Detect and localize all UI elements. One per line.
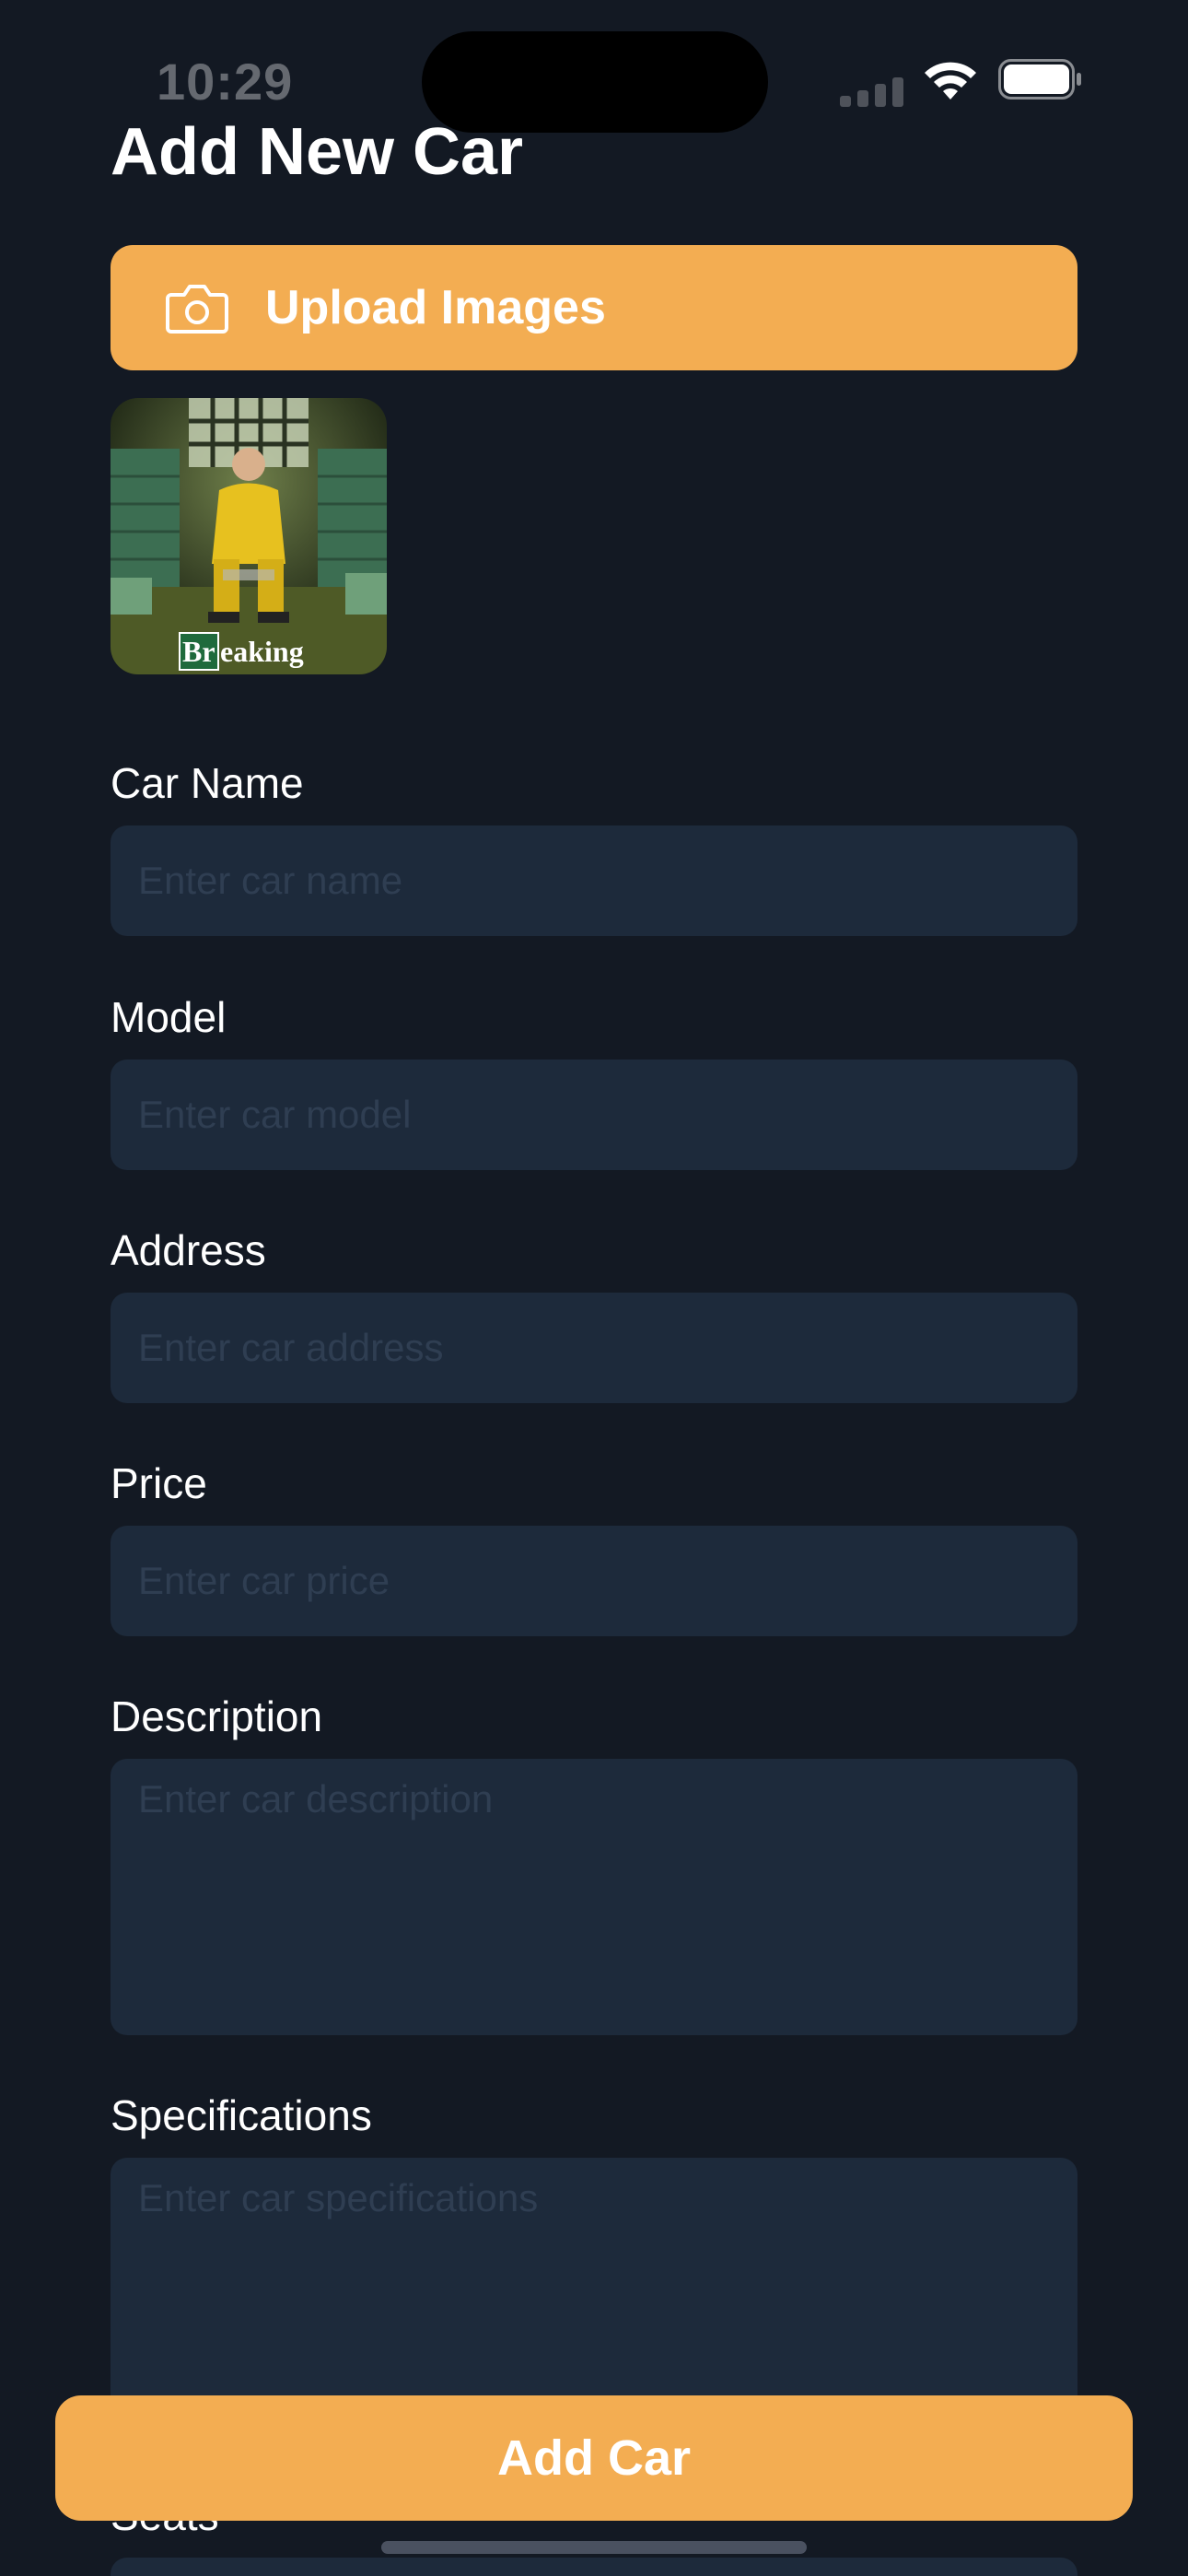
price-placeholder: Enter car price [138,1559,390,1602]
description-placeholder: Enter car description [138,1777,494,1821]
specifications-placeholder: Enter car specifications [138,2176,539,2219]
address-label: Address [111,1226,266,1274]
thumbnail-artwork: Br eaking [111,398,387,674]
svg-text:Br: Br [182,635,215,668]
address-placeholder: Enter car address [138,1326,444,1369]
camera-icon [166,285,228,334]
model-input[interactable]: Enter car model [111,1060,1077,1170]
wifi-icon [925,62,976,100]
svg-text:eaking: eaking [220,635,304,668]
cellular-signal-icon [840,77,903,107]
specifications-textarea[interactable]: Enter car specifications [111,2158,1077,2434]
model-label: Model [111,993,227,1041]
uploaded-image-thumbnail[interactable]: Br eaking [111,398,387,674]
specifications-label: Specifications [111,2091,372,2139]
car-name-input[interactable]: Enter car name [111,825,1077,936]
page-title: Add New Car [111,115,524,189]
home-indicator[interactable] [381,2541,807,2554]
car-name-placeholder: Enter car name [138,859,403,902]
battery-icon [998,59,1081,100]
price-label: Price [111,1459,207,1507]
car-name-label: Car Name [111,759,304,807]
status-time: 10:29 [157,53,294,111]
upload-images-label: Upload Images [265,281,606,334]
seats-input[interactable] [111,2558,1077,2576]
description-textarea[interactable]: Enter car description [111,1759,1077,2035]
add-car-button[interactable]: Add Car [55,2395,1133,2521]
screen: 10:29 Add New Car Upload Images Br eakin… [0,0,1188,2576]
upload-images-button[interactable]: Upload Images [111,245,1077,370]
price-input[interactable]: Enter car price [111,1526,1077,1636]
description-label: Description [111,1692,323,1740]
address-input[interactable]: Enter car address [111,1293,1077,1403]
model-placeholder: Enter car model [138,1093,412,1136]
